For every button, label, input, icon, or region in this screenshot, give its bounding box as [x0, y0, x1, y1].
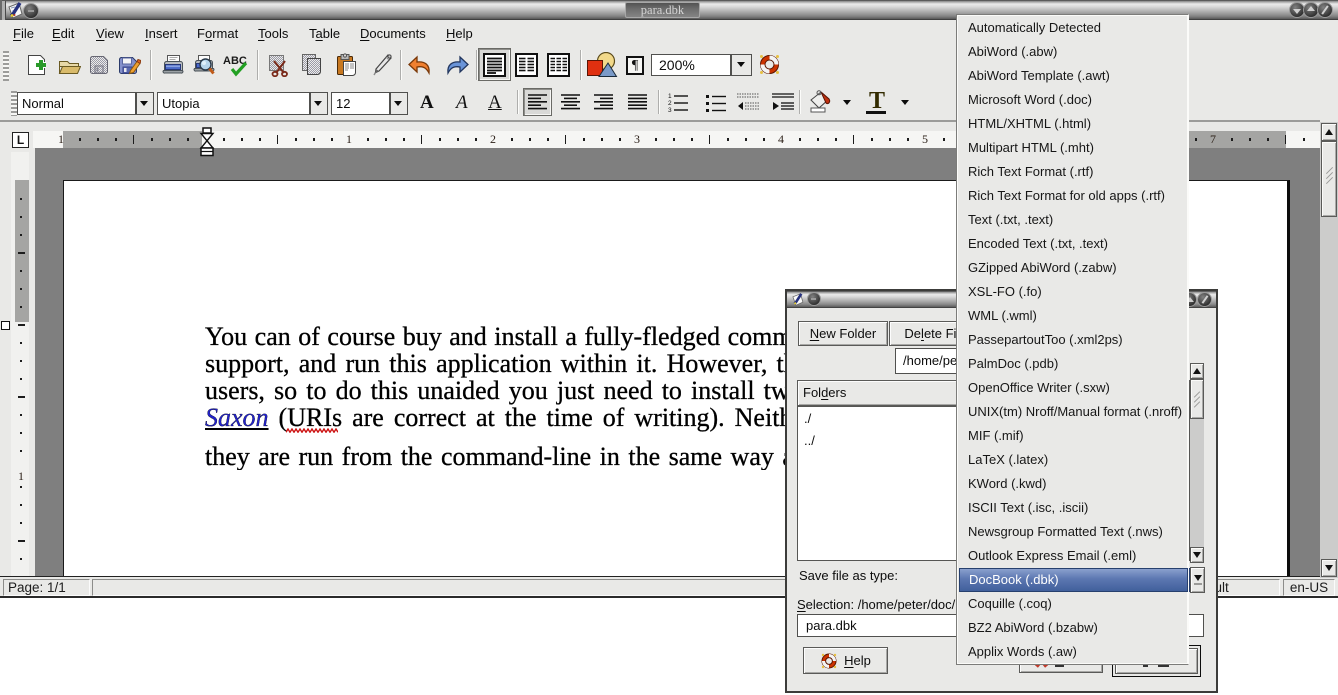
svg-text:1: 1: [668, 93, 672, 100]
svg-text:3: 3: [668, 107, 672, 112]
svg-text:2: 2: [668, 100, 672, 107]
